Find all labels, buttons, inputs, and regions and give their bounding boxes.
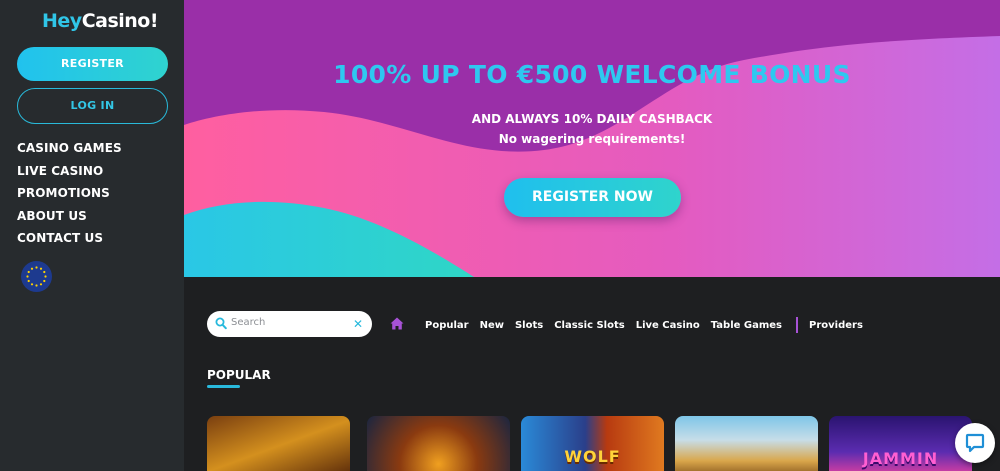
tab-divider [796, 317, 799, 333]
game-tile-label: JAMMIN [862, 449, 939, 468]
game-tile[interactable]: WOLF [521, 416, 664, 471]
nav-contact-us[interactable]: CONTACT US [17, 231, 122, 254]
tab-popular[interactable]: Popular [425, 320, 469, 331]
game-tile[interactable] [207, 416, 350, 471]
nav-about-us[interactable]: ABOUT US [17, 209, 122, 232]
sidebar-nav: CASINO GAMES LIVE CASINO PROMOTIONS ABOU… [17, 141, 122, 254]
home-icon[interactable] [390, 317, 404, 330]
hero-title: 100% UP TO €500 WELCOME BONUS [333, 60, 851, 89]
search-icon [215, 317, 227, 330]
tab-live-casino[interactable]: Live Casino [636, 320, 700, 331]
tab-slots[interactable]: Slots [515, 320, 543, 331]
section-title-underline [207, 385, 240, 388]
login-button[interactable]: LOG IN [17, 88, 168, 124]
page: HeyCasino! REGISTER LOG IN CASINO GAMES … [0, 0, 1000, 471]
search-placeholder: Search [231, 317, 266, 328]
clear-icon[interactable]: ✕ [353, 317, 363, 331]
nav-casino-games[interactable]: CASINO GAMES [17, 141, 122, 164]
chat-icon [965, 433, 985, 453]
eu-flag-icon[interactable] [21, 261, 52, 292]
register-now-button[interactable]: REGISTER NOW [504, 178, 681, 217]
hero-subtitle-2: No wagering requirements! [498, 132, 686, 146]
tab-classic-slots[interactable]: Classic Slots [554, 320, 625, 331]
game-tile[interactable] [675, 416, 818, 471]
sidebar: HeyCasino! REGISTER LOG IN CASINO GAMES … [0, 0, 184, 471]
logo-casino: Casino! [81, 10, 159, 32]
tab-table-games[interactable]: Table Games [711, 320, 782, 331]
hero-banner: 100% UP TO €500 WELCOME BONUS AND ALWAYS… [184, 0, 1000, 277]
register-button[interactable]: REGISTER [17, 47, 168, 81]
hero-subtitle: AND ALWAYS 10% DAILY CASHBACK [471, 112, 713, 126]
game-tile[interactable]: JAMMIN [829, 416, 972, 471]
logo-hey: Hey [42, 10, 82, 32]
section-title-popular: POPULAR [207, 368, 271, 382]
nav-live-casino[interactable]: LIVE CASINO [17, 164, 122, 187]
game-tile[interactable] [367, 416, 510, 471]
tab-new[interactable]: New [480, 320, 504, 331]
category-tabs: Popular New Slots Classic Slots Live Cas… [425, 317, 874, 333]
main-content: Search ✕ Popular New Slots Classic Slots… [184, 277, 1000, 471]
nav-promotions[interactable]: PROMOTIONS [17, 186, 122, 209]
chat-button[interactable] [955, 423, 995, 463]
tab-providers[interactable]: Providers [809, 320, 863, 331]
search-input[interactable]: Search ✕ [207, 311, 372, 337]
game-tile-label: WOLF [564, 447, 621, 466]
logo[interactable]: HeyCasino! [42, 10, 159, 32]
